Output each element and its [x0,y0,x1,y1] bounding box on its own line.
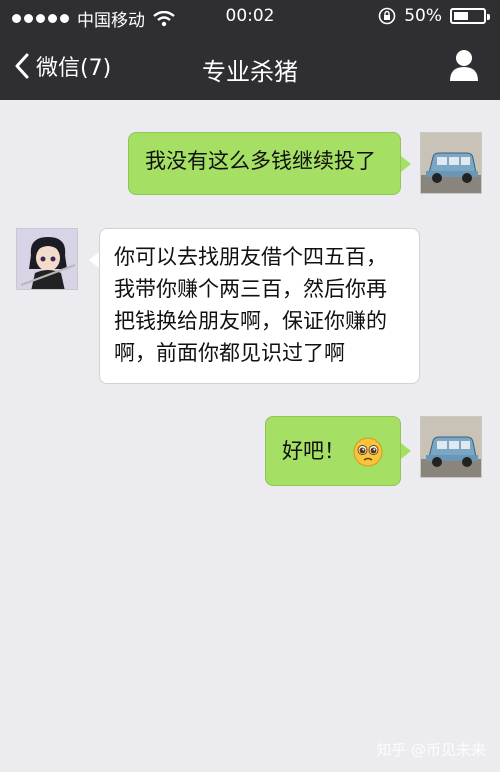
status-right: 50% [378,6,490,26]
message-line: 啊，前面你都见识过了啊 [114,341,345,365]
top-bar: 中国移动 00:02 50% 微信(7) 专业杀猪 [0,0,500,100]
car-avatar-image [421,133,481,193]
message-bubble-sent[interactable]: 我没有这么多钱继续投了 [128,132,401,195]
profile-icon[interactable] [448,48,480,82]
contact-avatar[interactable] [16,228,78,290]
bubble-tail [401,156,411,172]
status-bar: 中国移动 00:02 50% [0,0,500,34]
my-avatar[interactable] [420,416,482,478]
battery-icon [450,8,490,24]
emoji-pleading-icon [353,437,383,467]
message-text: 好吧！ [282,439,345,463]
bubble-tail [89,252,99,268]
message-line: 我带你赚个两三百，然后你再 [114,277,387,301]
chat-title: 专业杀猪 [202,58,298,86]
anime-character-avatar-image [17,229,77,289]
message-text: 我没有这么多钱继续投了 [145,149,376,173]
message-line: 你可以去找朋友借个四五百， [114,245,387,269]
message-line: 把钱换给朋友啊，保证你赚的 [114,309,387,333]
battery-percent: 50% [404,6,442,26]
nav-bar: 微信(7) 专业杀猪 [0,34,500,100]
rotation-lock-icon [378,7,396,25]
car-avatar-image [421,417,481,477]
message-bubble-received[interactable]: 你可以去找朋友借个四五百， 我带你赚个两三百，然后你再 把钱换给朋友啊，保证你赚… [99,228,420,384]
watermark: 知乎 @币见未来 [376,741,486,759]
my-avatar[interactable] [420,132,482,194]
bubble-tail [401,443,411,459]
message-bubble-sent[interactable]: 好吧！ [265,416,401,486]
